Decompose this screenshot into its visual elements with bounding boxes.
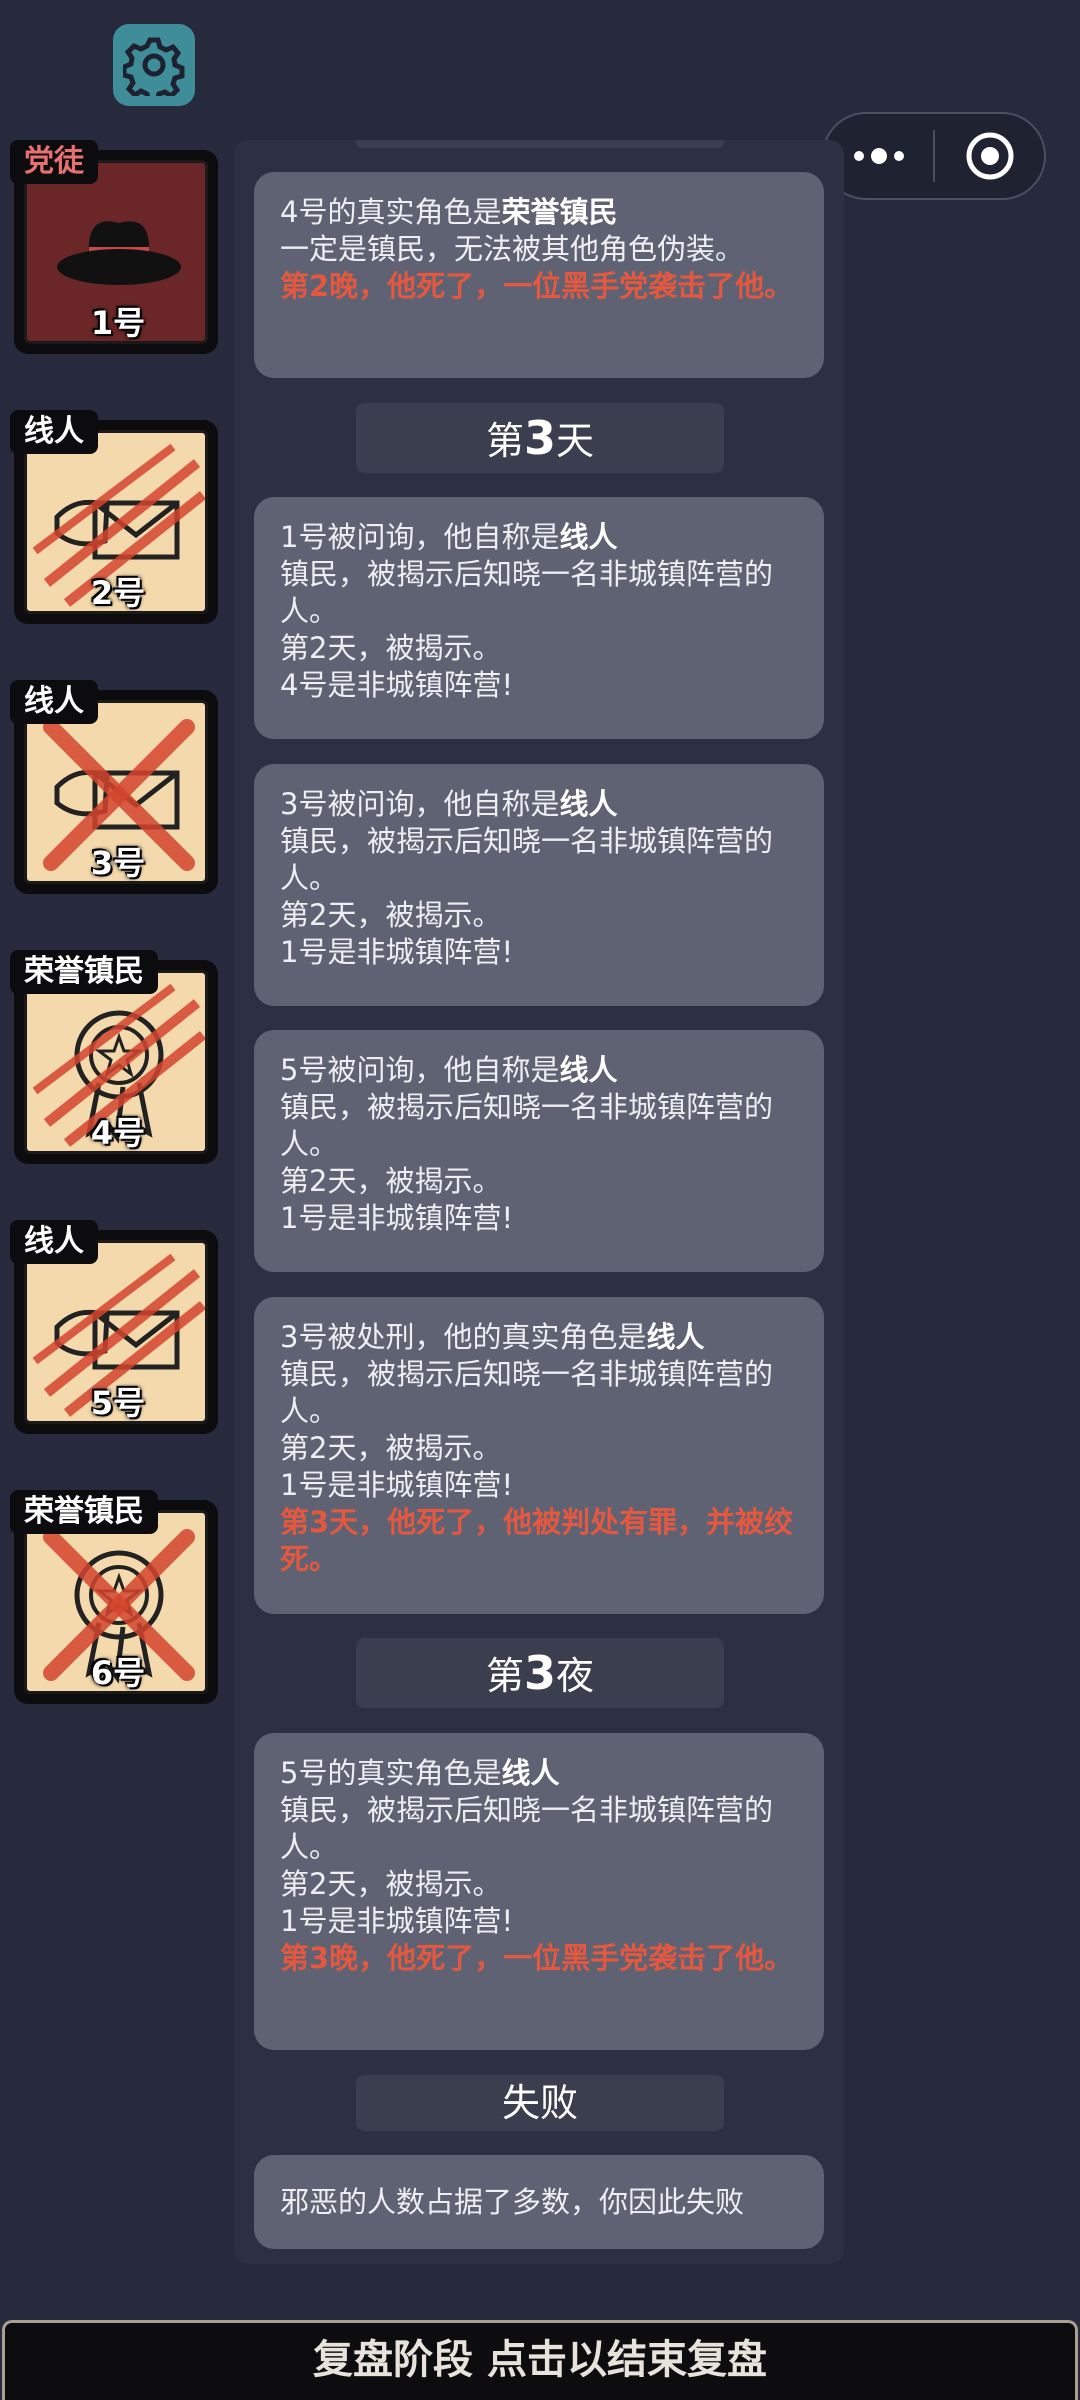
role-name: 线人 (559, 520, 618, 554)
death-text: 第3天，他死了，他被判处有罪，并被绞死。 (280, 1505, 794, 1576)
entry-text: 4号是非城镇阵营! (280, 668, 514, 702)
log-entry: 3号被处刑，他的真实角色是线人 镇民，被揭示后知晓一名非城镇阵营的人。 第2天，… (254, 1297, 824, 1614)
entry-text: 镇民，被揭示后知晓一名非城镇阵营的人。 (280, 1793, 774, 1864)
entry-text: 邪恶的人数占据了多数，你因此失败 (280, 2185, 745, 2219)
role-tag: 线人 (10, 1220, 98, 1264)
player-number: 6号 (90, 1654, 146, 1692)
entry-text: 镇民，被揭示后知晓一名非城镇阵营的人。 (280, 824, 774, 895)
result-entry: 邪恶的人数占据了多数，你因此失败 (254, 2155, 824, 2249)
entry-text: 第2天，被揭示。 (280, 898, 502, 932)
entry-text: 1号是非城镇阵营! (280, 935, 514, 969)
entry-text: 镇民，被揭示后知晓一名非城镇阵营的人。 (280, 557, 774, 628)
log-entry: 5号被问询，他自称是线人 镇民，被揭示后知晓一名非城镇阵营的人。 第2天，被揭示… (254, 1030, 824, 1272)
player-card-2[interactable]: 线人 2号 (10, 410, 220, 625)
entry-text: 5号的真实角色是 (280, 1756, 502, 1790)
log-entry: 1号被问询，他自称是线人 镇民，被揭示后知晓一名非城镇阵营的人。 第2天，被揭示… (254, 497, 824, 739)
role-tag: 线人 (10, 410, 98, 454)
death-text: 第3晚，他死了，一位黑手党袭击了他。 (280, 1941, 794, 1975)
entry-text: 1号是非城镇阵营! (280, 1904, 514, 1938)
day-header: 第3天 (356, 403, 724, 473)
miniprogram-capsule (822, 112, 1046, 200)
entry-text: 1号是非城镇阵营! (280, 1201, 514, 1235)
log-entry: 3号被问询，他自称是线人 镇民，被揭示后知晓一名非城镇阵营的人。 第2天，被揭示… (254, 764, 824, 1006)
close-miniprogram-button[interactable] (935, 114, 1044, 198)
player-number: 3号 (90, 844, 146, 882)
role-name: 线人 (559, 1053, 618, 1087)
player-number: 1号 (90, 304, 146, 342)
entry-text: 第2天，被揭示。 (280, 1867, 502, 1901)
player-card-1[interactable]: 党徒 1号 (10, 140, 220, 355)
end-review-bar[interactable]: 复盘阶段 点击以结束复盘 (2, 2320, 1078, 2400)
night-header: 第3夜 (356, 1638, 724, 1708)
player-number: 4号 (90, 1114, 146, 1152)
entry-text: 5号被问询，他自称是 (280, 1053, 560, 1087)
role-name: 线人 (559, 787, 618, 821)
entry-text: 镇民，被揭示后知晓一名非城镇阵营的人。 (280, 1357, 774, 1428)
gear-icon (123, 37, 185, 96)
death-text: 第2晚，他死了，一位黑手党袭击了他。 (280, 269, 794, 303)
player-number: 5号 (90, 1384, 146, 1422)
entry-text: 镇民，被揭示后知晓一名非城镇阵营的人。 (280, 1090, 774, 1161)
entry-text: 3号被问询，他自称是 (280, 787, 560, 821)
entry-text: 4号的真实角色是 (280, 195, 502, 229)
more-dots-icon (853, 148, 904, 164)
role-tag: 党徒 (10, 140, 98, 184)
role-tag: 线人 (10, 680, 98, 724)
role-name: 荣誉镇民 (501, 195, 618, 229)
log-entry: 4号的真实角色是荣誉镇民 一定是镇民，无法被其他角色伪装。 第2晚，他死了，一位… (254, 172, 824, 378)
header-stub (356, 140, 724, 148)
entry-text: 1号是非城镇阵营! (280, 1468, 514, 1502)
role-name: 线人 (646, 1320, 705, 1354)
entry-text: 第2天，被揭示。 (280, 631, 502, 665)
log-entry: 5号的真实角色是线人 镇民，被揭示后知晓一名非城镇阵营的人。 第2天，被揭示。 … (254, 1733, 824, 2050)
entry-text: 一定是镇民，无法被其他角色伪装。 (280, 232, 745, 266)
entry-text: 1号被问询，他自称是 (280, 520, 560, 554)
player-card-3[interactable]: 线人 3号 (10, 680, 220, 895)
player-card-5[interactable]: 线人 5号 (10, 1220, 220, 1435)
entry-text: 3号被处刑，他的真实角色是 (280, 1320, 647, 1354)
role-tag: 荣誉镇民 (10, 1490, 158, 1534)
entry-text: 第2天，被揭示。 (280, 1431, 502, 1465)
player-card-6[interactable]: 荣誉镇民 6号 (10, 1490, 220, 1705)
target-icon (966, 132, 1013, 180)
result-header: 失败 (356, 2075, 724, 2131)
settings-button[interactable] (113, 24, 195, 106)
role-name: 线人 (501, 1756, 560, 1790)
player-card-4[interactable]: 荣誉镇民 4号 (10, 950, 220, 1165)
entry-text: 第2天，被揭示。 (280, 1164, 502, 1198)
role-tag: 荣誉镇民 (10, 950, 158, 994)
player-number: 2号 (90, 574, 146, 612)
